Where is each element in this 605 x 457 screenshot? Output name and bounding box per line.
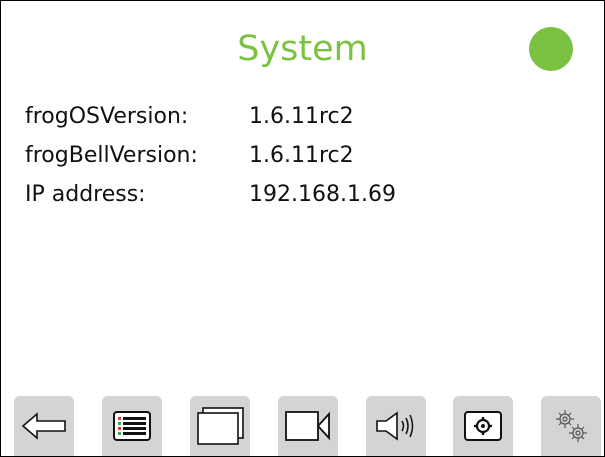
page-title: System [237, 29, 368, 69]
settings-button[interactable] [453, 396, 513, 456]
list-icon [113, 411, 151, 441]
system-button[interactable] [541, 396, 601, 456]
settings-icon [464, 411, 502, 441]
info-row-os-version: frogOSVersion: 1.6.11rc2 [25, 97, 396, 136]
back-button[interactable] [14, 396, 74, 456]
info-row-ip-address: IP address: 192.168.1.69 [25, 175, 396, 214]
video-camera-icon [285, 411, 330, 441]
system-info: frogOSVersion: 1.6.11rc2 frogBellVersion… [25, 97, 396, 214]
video-button[interactable] [278, 396, 338, 456]
info-value: 1.6.11rc2 [249, 143, 354, 168]
info-label: IP address: [25, 182, 146, 207]
windows-button[interactable] [190, 396, 250, 456]
info-value: 1.6.11rc2 [249, 104, 354, 129]
sound-button[interactable] [366, 396, 426, 456]
info-value: 192.168.1.69 [249, 182, 396, 207]
bottom-toolbar [1, 391, 604, 456]
info-label: frogOSVersion: [25, 104, 189, 129]
status-indicator [529, 27, 573, 71]
back-arrow-icon [21, 412, 66, 440]
gears-icon [556, 410, 587, 442]
speaker-icon [376, 411, 414, 441]
info-row-bell-version: frogBellVersion: 1.6.11rc2 [25, 136, 396, 175]
info-label: frogBellVersion: [25, 143, 198, 168]
list-button[interactable] [102, 396, 162, 456]
windows-icon [197, 407, 244, 445]
device-screen: System frogOSVersion: 1.6.11rc2 frogBell… [0, 0, 605, 457]
